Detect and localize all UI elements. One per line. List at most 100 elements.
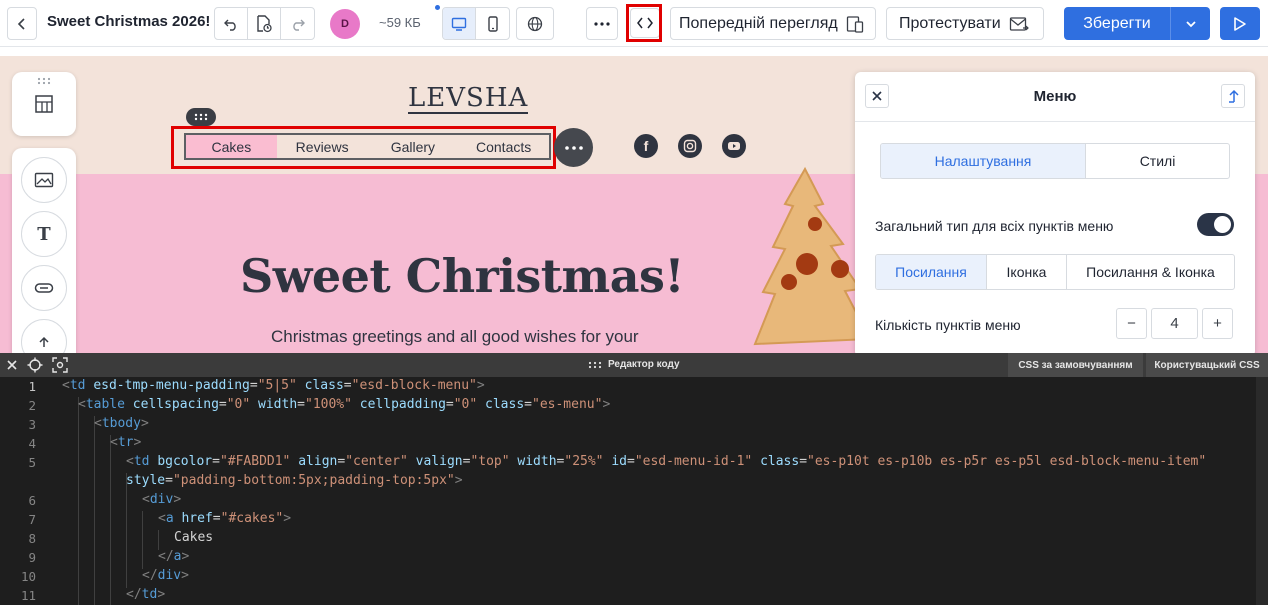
spacer-block-button[interactable] [21, 319, 67, 353]
line-number: 10 [20, 569, 36, 584]
menu-item-reviews[interactable]: Reviews [277, 135, 368, 158]
undo-button[interactable] [215, 8, 248, 39]
code-editor-button[interactable] [630, 8, 660, 38]
editor-title[interactable]: Редактор коду [588, 359, 680, 370]
email-logo[interactable]: LEVSHA [408, 84, 529, 114]
close-icon [7, 360, 17, 370]
mobile-view-button[interactable] [476, 8, 509, 39]
version-history-button[interactable] [248, 8, 281, 39]
layout-dock [12, 72, 76, 136]
tab-settings[interactable]: Налаштування [881, 144, 1086, 178]
instagram-icon[interactable] [678, 134, 702, 158]
facebook-icon[interactable]: f [634, 134, 658, 158]
panel-header: Меню [855, 72, 1255, 122]
test-button[interactable]: Протестувати [886, 7, 1044, 40]
line-number: 1 [28, 379, 36, 394]
preview-label: Попередній перегляд [679, 14, 838, 32]
line-number: 8 [28, 531, 36, 546]
structure-icon[interactable] [34, 94, 54, 114]
parent-block-button[interactable] [1221, 84, 1245, 108]
text-block-button[interactable]: T [21, 211, 67, 257]
increment-button[interactable]: + [1202, 308, 1233, 339]
more-horizontal-icon [564, 145, 583, 150]
code-editor[interactable]: 1 2 3 4 5 6 7 8 9 10 11 <td esd-tmp-menu… [0, 377, 1268, 605]
type-option-icon[interactable]: Іконка [987, 255, 1067, 289]
redo-icon [292, 19, 305, 31]
code-line[interactable]: <tr> [110, 435, 141, 450]
block-drag-handle[interactable] [186, 108, 216, 126]
custom-css-button[interactable]: Користувацький CSS [1146, 353, 1268, 377]
code-line[interactable]: </div> [142, 568, 189, 583]
hero-title[interactable]: Sweet Christmas! [240, 249, 685, 303]
panel-title: Меню [1033, 88, 1077, 105]
arrow-up-corner-icon [1229, 89, 1239, 103]
code-line[interactable]: </td> [126, 587, 165, 602]
preview-button[interactable]: Попередній перегляд [670, 7, 876, 40]
code-text: <a href="#cakes"> [158, 511, 292, 526]
hero-subtitle[interactable]: Christmas greetings and all good wishes … [271, 327, 639, 347]
arrow-up-icon [39, 336, 49, 347]
user-avatar[interactable]: D [330, 9, 360, 39]
line-number: 11 [20, 588, 36, 603]
save-button[interactable]: Зберегти [1064, 7, 1171, 40]
menu-item-cakes[interactable]: Cakes [186, 135, 277, 158]
line-gutter: 1 2 3 4 5 6 7 8 9 10 11 [0, 377, 54, 605]
type-option-link[interactable]: Посилання [876, 255, 987, 289]
line-number: 9 [28, 550, 36, 565]
menu-item-contacts[interactable]: Contacts [458, 135, 549, 158]
image-block-button[interactable] [21, 157, 67, 203]
code-icon [637, 17, 653, 29]
menu-item-gallery[interactable]: Gallery [368, 135, 459, 158]
block-actions-button[interactable] [554, 128, 593, 167]
code-line[interactable]: <a href="#cakes"> [158, 511, 291, 526]
code-line[interactable]: <div> [142, 492, 181, 507]
code-line[interactable]: <tbody> [94, 416, 149, 431]
desktop-view-button[interactable] [443, 8, 476, 39]
decrement-button[interactable]: − [1116, 308, 1147, 339]
save-options-button[interactable] [1171, 7, 1210, 40]
items-count-stepper: − 4 + [1116, 308, 1233, 339]
close-editor-button[interactable] [0, 353, 24, 377]
export-button[interactable] [1220, 7, 1260, 40]
device-preview-icon [846, 15, 863, 33]
button-block-button[interactable] [21, 265, 67, 311]
send-mail-icon [1009, 16, 1029, 31]
items-count-input[interactable]: 4 [1151, 308, 1198, 339]
back-button[interactable] [7, 7, 37, 40]
test-label: Протестувати [899, 14, 1001, 32]
code-text: <tr> [110, 435, 142, 450]
tab-styles[interactable]: Стилі [1086, 144, 1229, 178]
focus-mode-button[interactable] [48, 353, 72, 377]
common-type-toggle[interactable] [1197, 213, 1234, 236]
device-switcher [442, 7, 510, 40]
file-history-icon [257, 14, 272, 32]
common-type-label: Загальний тип для всіх пунктів меню [875, 218, 1114, 234]
indent-guide [110, 435, 111, 605]
text-icon: T [37, 223, 51, 245]
code-line[interactable]: <table cellspacing="0" width="100%" cell… [78, 397, 610, 412]
code-line[interactable]: style="padding-bottom:5px;padding-top:5p… [126, 473, 463, 488]
code-line[interactable]: Cakes [174, 530, 213, 545]
play-icon [1234, 16, 1246, 31]
code-line[interactable]: <td bgcolor="#FABDD1" align="center" val… [126, 454, 1206, 469]
code-line[interactable]: <td esd-tmp-menu-padding="5|5" class="es… [62, 378, 485, 393]
default-css-button[interactable]: CSS за замовчуванням [1008, 353, 1143, 377]
email-menu[interactable]: Cakes Reviews Gallery Contacts [184, 133, 551, 160]
code-text: <table cellspacing="0" width="100%" cell… [78, 397, 611, 412]
editor-scrollbar[interactable] [1256, 377, 1268, 605]
chevron-down-icon [1185, 20, 1196, 27]
language-button[interactable] [516, 7, 554, 40]
dock-editor-button[interactable] [23, 353, 47, 377]
indent-guide [94, 416, 95, 605]
code-text: <td esd-tmp-menu-padding="5|5" class="es… [62, 378, 485, 393]
code-text: <div> [142, 492, 182, 507]
type-option-link-icon[interactable]: Посилання & Іконка [1067, 255, 1234, 289]
youtube-icon[interactable] [722, 134, 746, 158]
code-line[interactable]: </a> [158, 549, 189, 564]
drag-dots-icon [194, 113, 208, 121]
top-toolbar: Sweet Christmas 2026! D ~59 КБ Попередні… [0, 0, 1268, 47]
redo-button[interactable] [281, 8, 314, 39]
code-text: Cakes [174, 530, 214, 545]
indent-guide [142, 511, 143, 569]
more-options-button[interactable] [586, 7, 618, 40]
